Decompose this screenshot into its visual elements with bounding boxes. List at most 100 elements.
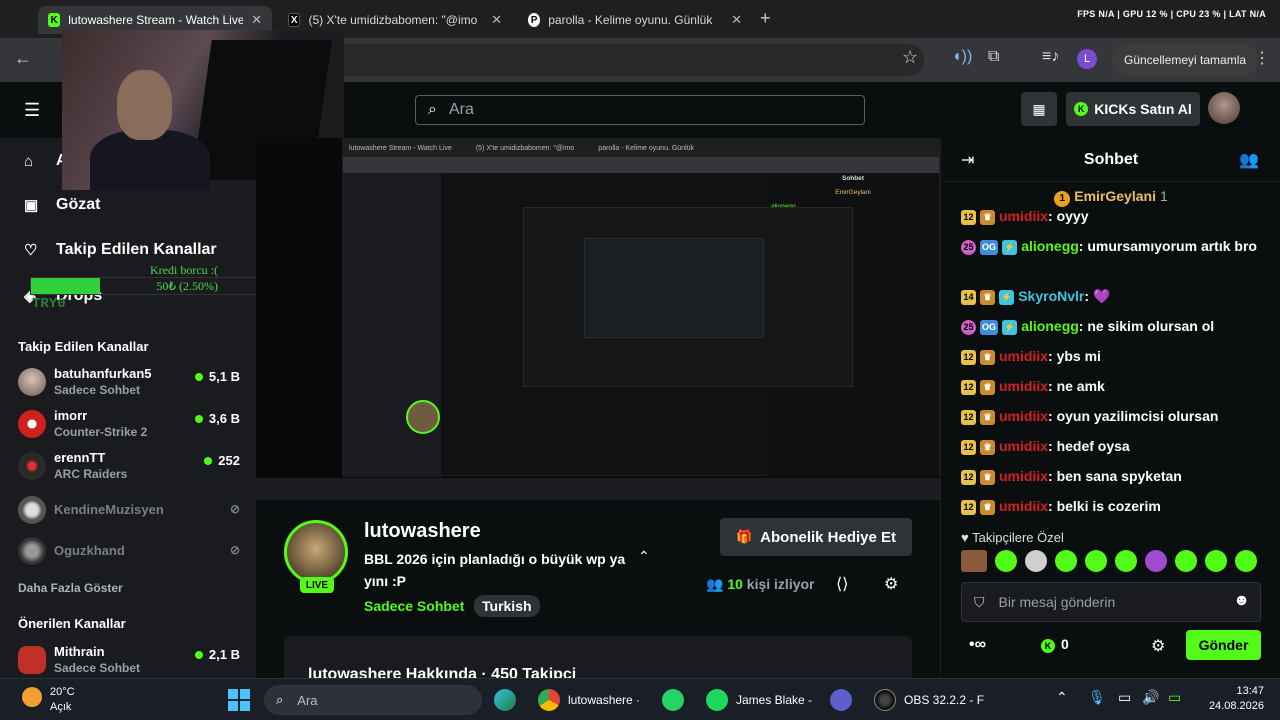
- sub-badge: 12: [961, 379, 976, 395]
- emoji-icon[interactable]: ☻: [1233, 592, 1250, 610]
- chat-username[interactable]: umidiix: [999, 498, 1048, 514]
- emote-icon[interactable]: [1205, 550, 1227, 572]
- profile-avatar[interactable]: L: [1077, 49, 1097, 69]
- try-label: TRY0: [32, 296, 66, 312]
- nested-tab: lutowashere Stream - Watch Live: [349, 144, 452, 152]
- category-link[interactable]: Sadece Sohbet: [364, 598, 464, 614]
- microphone-icon[interactable]: 🎙: [1088, 689, 1106, 706]
- streamer-avatar[interactable]: [284, 520, 348, 584]
- channel-item-kendinemuzisyen[interactable]: KendineMuzisyen ⊘: [18, 494, 240, 530]
- edge-app-icon[interactable]: [494, 687, 524, 713]
- emote-icon[interactable]: [1025, 550, 1047, 572]
- channel-item-oguzkhand[interactable]: Oguzkhand ⊘: [18, 535, 240, 571]
- close-icon[interactable]: ✕: [251, 12, 262, 28]
- buy-kicks-button[interactable]: K KICKs Satın Al: [1066, 92, 1200, 126]
- emote-icon[interactable]: [995, 550, 1017, 572]
- chat-username[interactable]: umidiix: [999, 468, 1048, 484]
- crown-icon: ♛: [980, 289, 995, 305]
- tag-badge[interactable]: Turkish: [474, 595, 540, 617]
- channel-name: KendineMuzisyen: [54, 502, 164, 517]
- chat-username[interactable]: umidiix: [999, 208, 1048, 224]
- kick-points[interactable]: K0: [1041, 636, 1069, 653]
- gift-sub-button[interactable]: 🎁 Abonelik Hediye Et: [720, 518, 912, 556]
- cast-icon[interactable]: ◖)): [952, 48, 972, 66]
- sidebar-item-following[interactable]: ♡ Takip Edilen Kanallar: [24, 241, 217, 259]
- close-icon[interactable]: ✕: [731, 12, 742, 28]
- new-tab-icon[interactable]: +: [760, 8, 771, 29]
- emote-icon[interactable]: [1175, 550, 1197, 572]
- sidebar-item-browse[interactable]: ▣ Gözat: [24, 196, 100, 214]
- media-icon[interactable]: ≡♪: [1042, 48, 1059, 66]
- close-icon[interactable]: ✕: [491, 12, 502, 28]
- channel-category: Sadece Sohbet: [54, 383, 141, 397]
- taskbar-app-obs[interactable]: OBS 32.2.2 - F: [874, 687, 984, 713]
- hamburger-menu-icon[interactable]: ☰: [24, 100, 40, 121]
- about-title: lutowashere Hakkında · 450 Takipçi: [308, 666, 577, 678]
- star-icon[interactable]: ☆: [902, 47, 918, 68]
- mod-tools-icon[interactable]: ⚙: [884, 574, 898, 594]
- back-icon[interactable]: ←: [14, 48, 32, 69]
- emote-icon[interactable]: [961, 550, 987, 572]
- search-input[interactable]: ⌕ Ara: [415, 95, 865, 125]
- taskbar-app-chrome[interactable]: lutowashere ·: [538, 687, 640, 713]
- kick-icon: K: [48, 13, 61, 27]
- chat-username[interactable]: alionegg: [1021, 318, 1079, 334]
- taskbar-search-input[interactable]: ⌕ Ara: [264, 685, 482, 715]
- debt-progress-fill: [31, 278, 100, 294]
- emote-icon[interactable]: [1235, 550, 1257, 572]
- user-avatar[interactable]: [1208, 92, 1240, 124]
- chat-username[interactable]: umidiix: [999, 378, 1048, 394]
- teams-app-icon[interactable]: [830, 687, 860, 713]
- viewer-count-value: 3,6 B: [208, 411, 240, 426]
- chat-username[interactable]: umidiix: [999, 408, 1048, 424]
- send-button[interactable]: Gönder: [1186, 630, 1261, 660]
- chat-username[interactable]: SkyroNvlr: [1018, 288, 1084, 304]
- viewer-count: 252: [204, 453, 240, 468]
- chat-users-icon[interactable]: 👥: [1239, 150, 1259, 170]
- nested-pinned: EmirGeylani: [835, 189, 871, 196]
- channel-item-erenntt[interactable]: erennTT ARC Raiders 252: [18, 450, 240, 486]
- layout-icon[interactable]: ▦: [1021, 92, 1057, 126]
- battery-icon[interactable]: ▭: [1168, 689, 1181, 706]
- chat-username[interactable]: alionegg: [1021, 238, 1079, 254]
- pinned-user: EmirGeylani: [1074, 188, 1156, 204]
- chevron-up-icon[interactable]: ⌃: [1056, 689, 1068, 706]
- taskbar-app-spotify[interactable]: James Blake -: [706, 687, 812, 713]
- emote-icon[interactable]: [1115, 550, 1137, 572]
- channel-item-mithrain[interactable]: Mithrain Sadece Sohbet 2,1 B: [18, 644, 240, 678]
- share-icon[interactable]: ⟨⟩: [836, 574, 848, 594]
- emote-icon[interactable]: [1055, 550, 1077, 572]
- channel-item-batuhanfurkan5[interactable]: batuhanfurkan5 Sadece Sohbet 5,1 B: [18, 366, 240, 402]
- extensions-icon[interactable]: ⧉: [988, 48, 999, 66]
- nested-address-bar: [343, 157, 939, 173]
- sidebar-item-label: Gözat: [56, 196, 101, 213]
- infinity-icon[interactable]: •∞: [969, 636, 986, 654]
- offline-icon: ⊘: [229, 502, 240, 516]
- whatsapp-app-icon[interactable]: [662, 687, 692, 713]
- streamer-name[interactable]: lutowashere: [364, 520, 481, 543]
- perf-overlay: FPS N/A | GPU 12 % | CPU 23 % | LAT N/A: [1077, 9, 1266, 19]
- og-badge-icon: OG: [980, 319, 999, 335]
- update-button[interactable]: Güncellemeyi tamamla: [1112, 44, 1259, 76]
- emote-icon[interactable]: [1145, 550, 1167, 572]
- viewer-count-value: 252: [218, 453, 240, 468]
- channel-item-imorr[interactable]: imorr Counter-Strike 2 3,6 B: [18, 408, 240, 444]
- chat-input[interactable]: ⛉ Bir mesaj gönderin ☻: [961, 582, 1261, 622]
- live-dot-icon: [194, 415, 203, 423]
- chevron-up-icon[interactable]: ⌃: [638, 548, 650, 565]
- show-more-link[interactable]: Daha Fazla Göster: [18, 581, 123, 595]
- chat-message: 25 OG ⚡ alionegg: ne sikim olursan ol: [961, 316, 1261, 337]
- menu-icon[interactable]: ⋮: [1254, 48, 1270, 68]
- windows-start-icon[interactable]: [228, 689, 250, 711]
- chat-username[interactable]: umidiix: [999, 348, 1048, 364]
- system-clock[interactable]: 13:47 24.08.2026: [1204, 684, 1264, 714]
- gear-icon[interactable]: ⚙: [1151, 636, 1165, 656]
- browser-tab-parolla[interactable]: P parolla - Kelime oyunu. Günlük ✕: [518, 6, 752, 34]
- volume-icon[interactable]: 🔊: [1142, 689, 1159, 706]
- sub-badge: 25: [961, 239, 976, 255]
- chat-username[interactable]: umidiix: [999, 438, 1048, 454]
- network-icon[interactable]: ▭: [1118, 689, 1131, 706]
- video-player[interactable]: lutowashere Stream - Watch Live (5) X'te…: [256, 138, 940, 500]
- emote-icon[interactable]: [1085, 550, 1107, 572]
- chat-input-placeholder: Bir mesaj gönderin: [998, 594, 1116, 610]
